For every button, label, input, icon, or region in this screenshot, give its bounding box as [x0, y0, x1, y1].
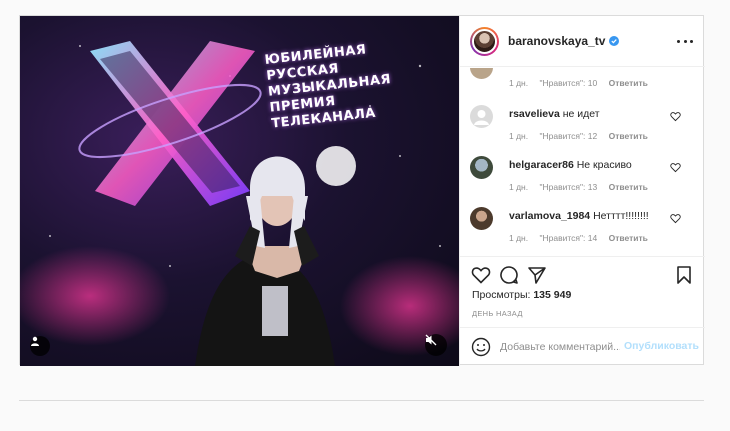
comment-content: Не красиво: [576, 159, 632, 171]
more-options-button[interactable]: [677, 34, 693, 48]
page-divider: [19, 400, 704, 401]
comment-content: не идет: [562, 108, 600, 120]
comment-input[interactable]: [500, 339, 620, 355]
commenter-avatar[interactable]: [470, 68, 493, 79]
author-avatar[interactable]: [470, 26, 499, 56]
user-tag-button[interactable]: [30, 336, 50, 356]
verified-badge-icon: [609, 36, 620, 46]
heart-icon[interactable]: [670, 162, 681, 173]
comment-age: 1 дн.: [509, 182, 529, 192]
commenter-username[interactable]: varlamova_1984: [509, 210, 590, 222]
comment-age: 1 дн.: [509, 78, 529, 88]
comment-likes[interactable]: "Нравится": 12: [539, 131, 597, 141]
more-options-dot: [683, 39, 687, 43]
comment-age: 1 дн.: [509, 233, 529, 243]
post-side-panel: baranovskaya_tv 1 дн. "Нравится": 10 Отв…: [459, 16, 705, 366]
comment-meta: 1 дн. "Нравится": 14 Ответить: [509, 233, 657, 243]
heart-icon[interactable]: [670, 111, 681, 122]
mute-button[interactable]: [425, 334, 447, 356]
default-avatar-icon: [474, 110, 489, 125]
comment-content: Нетттт!!!!!!!!: [593, 210, 649, 222]
comments-list[interactable]: 1 дн. "Нравится": 10 Ответить rsavelieva…: [460, 68, 705, 256]
views-value: 135 949: [533, 289, 572, 301]
heart-icon[interactable]: [471, 265, 491, 285]
more-options-dot: [677, 39, 680, 43]
share-icon[interactable]: [527, 265, 547, 285]
commenter-username[interactable]: helgaracer86: [509, 159, 574, 171]
comment-icon[interactable]: [499, 265, 519, 285]
add-comment-bar: Опубликовать: [460, 327, 705, 366]
comment-likes[interactable]: "Нравится": 13: [539, 182, 597, 192]
commenter-avatar[interactable]: [470, 207, 493, 230]
post-header: baranovskaya_tv: [460, 16, 705, 67]
views-count[interactable]: Просмотры: 135 949: [472, 289, 571, 301]
comment-meta: 1 дн. "Нравится": 13 Ответить: [509, 182, 657, 192]
comment-likes[interactable]: "Нравится": 14: [539, 233, 597, 243]
comment-text: varlamova_1984 Нетттт!!!!!!!!: [509, 209, 679, 223]
commenter-avatar[interactable]: [470, 156, 493, 179]
post-timestamp[interactable]: День назад: [472, 309, 523, 318]
comment-meta: 1 дн. "Нравится": 12 Ответить: [509, 131, 657, 141]
reply-button[interactable]: Ответить: [609, 233, 648, 243]
avatar-image: [472, 28, 497, 54]
person-icon: [31, 336, 39, 346]
speaker-muted-icon: [425, 334, 437, 346]
media-overlay-text: Юбилейная русская музыкальная премия тел…: [264, 37, 422, 132]
author-username[interactable]: baranovskaya_tv: [508, 34, 605, 48]
views-label: Просмотры:: [472, 289, 531, 301]
bookmark-icon[interactable]: [674, 265, 694, 285]
comment-text: helgaracer86 Не красиво: [509, 158, 679, 172]
heart-icon[interactable]: [670, 213, 681, 224]
reply-button[interactable]: Ответить: [609, 131, 648, 141]
reply-button[interactable]: Ответить: [609, 78, 648, 88]
commenter-avatar[interactable]: [470, 105, 493, 128]
comment-likes[interactable]: "Нравится": 10: [539, 78, 597, 88]
comment-age: 1 дн.: [509, 131, 529, 141]
more-options-dot: [690, 39, 693, 43]
comment-meta: 1 дн. "Нравится": 10 Ответить: [509, 78, 657, 88]
reply-button[interactable]: Ответить: [609, 182, 648, 192]
emoji-icon[interactable]: [471, 337, 491, 357]
post-card: Юбилейная русская музыкальная премия тел…: [19, 15, 705, 366]
post-video[interactable]: Юбилейная русская музыкальная премия тел…: [20, 16, 459, 366]
commenter-username[interactable]: rsavelieva: [509, 108, 560, 120]
publish-button[interactable]: Опубликовать: [624, 340, 699, 352]
comment-text: rsavelieva не идет: [509, 107, 679, 121]
